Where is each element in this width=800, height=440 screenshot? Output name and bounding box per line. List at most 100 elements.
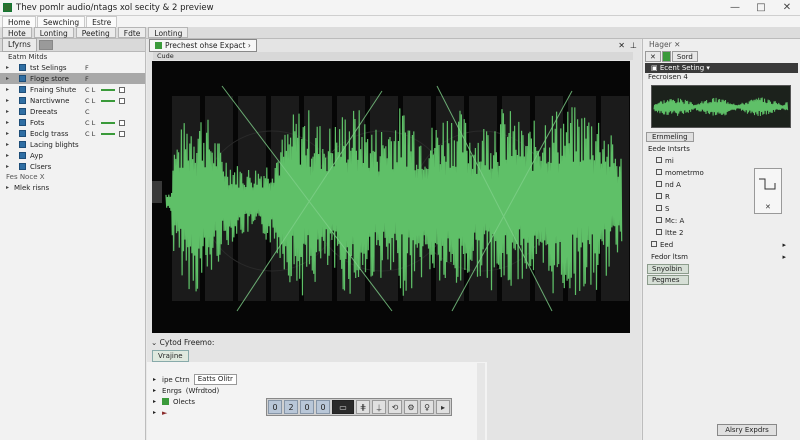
folder-icon[interactable]: ▭ [332, 400, 354, 414]
lower-scrollbar[interactable] [477, 363, 485, 440]
counter-digit[interactable]: 0 [268, 400, 282, 414]
list-item[interactable]: ▸ Fnaing Shute C L [0, 84, 145, 95]
checkbox[interactable] [656, 157, 662, 163]
tab-sord[interactable]: Sord [671, 51, 698, 62]
checkbox[interactable] [119, 86, 125, 93]
waveform-view[interactable] [152, 61, 630, 333]
waveform-handle[interactable] [152, 181, 162, 203]
row-label: Mc: A [665, 217, 685, 225]
pin-icon[interactable]: ⊥ [630, 41, 637, 50]
menu-bar: Home Sewching Estre [0, 16, 800, 27]
grid-icon[interactable]: ⋕ [356, 400, 370, 414]
expand-arrow-icon[interactable]: ▸ [6, 184, 14, 191]
expand-arrow-icon[interactable]: ▸ [6, 64, 14, 71]
ribbon-tab-hote[interactable]: Hote [2, 27, 32, 38]
expand-arrow-icon[interactable]: ▸ [6, 108, 14, 115]
layer-icon [19, 130, 26, 137]
row-label: S [665, 205, 670, 213]
list-item[interactable]: Mc: A [643, 215, 800, 227]
counter-digit[interactable]: 2 [284, 400, 298, 414]
list-item[interactable]: ltte 2 [643, 227, 800, 239]
checkbox[interactable] [656, 169, 662, 175]
fader-row[interactable]: Fedor ltsm ▸ [643, 251, 800, 263]
marker-icon[interactable]: ⍊ [372, 400, 386, 414]
list-item[interactable]: ▸ Dreeats C [0, 106, 145, 117]
window-title: Thev pomlr audio/ntags xol secity & 2 pr… [16, 2, 214, 13]
ribbon-tab-lonting[interactable]: Lonting [33, 27, 74, 38]
checkbox[interactable] [119, 130, 125, 137]
list-item[interactable]: mi [643, 155, 800, 167]
expand-arrow-icon[interactable]: ▸ [6, 119, 14, 126]
close-icon[interactable]: ✕ [618, 41, 625, 50]
list-item[interactable]: ▸ Lacing blights [0, 139, 145, 150]
list-item[interactable]: ▸ Clsers [0, 161, 145, 172]
expand-arrow-icon[interactable]: ▸ [6, 86, 14, 93]
expand-arrow-icon[interactable]: ▸ [6, 97, 14, 104]
list-item-label: Ayp [30, 151, 43, 160]
minimize-button[interactable]: — [722, 0, 748, 16]
chevron-right-icon[interactable]: ▸ [782, 251, 786, 263]
section-button[interactable]: Ernmeling [646, 132, 694, 142]
list-item[interactable]: ▸ Enrgs (Wfrdtod) [147, 385, 487, 396]
ribbon-tab-lonting-2[interactable]: Lonting [148, 27, 189, 38]
apply-button[interactable]: Alsry Expdrs [717, 424, 777, 436]
expand-arrow-icon[interactable]: ▸ [153, 387, 162, 394]
list-item[interactable]: ▸ Narctivwne C L [0, 95, 145, 106]
tab-vrajine[interactable]: Vrajine [152, 350, 189, 362]
chevron-right-icon[interactable]: ▸ [782, 239, 786, 251]
expand-arrow-icon[interactable]: ▸ [6, 152, 14, 159]
checkbox[interactable] [656, 181, 662, 187]
list-item[interactable]: ▸ Mlek risns [0, 182, 145, 193]
expand-arrow-icon[interactable]: ▸ [6, 130, 14, 137]
list-item[interactable]: ▸ Floge store F [0, 73, 145, 84]
settings-icon[interactable]: ⚙ [404, 400, 418, 414]
selected-item[interactable]: ▣ Ecent Seting ▾ [645, 63, 798, 73]
checkbox[interactable] [651, 241, 657, 247]
expand-arrow-icon[interactable]: ▸ [153, 398, 162, 405]
list-item-value: C L [85, 96, 96, 105]
tab-close[interactable]: ✕ [645, 51, 661, 62]
list-item[interactable]: ▸ Ayp [0, 150, 145, 161]
checkbox[interactable] [119, 97, 125, 104]
layers-tab[interactable]: Lfyrns [2, 38, 37, 52]
list-item[interactable]: ▸ tst Selings F [0, 62, 145, 73]
expand-arrow-icon[interactable]: ▸ [153, 376, 162, 383]
checkbox[interactable] [656, 217, 662, 223]
waveform-scrollbar[interactable] [631, 61, 639, 333]
expand-arrow-icon[interactable]: ▸ [6, 163, 14, 170]
track-header: Cude [153, 52, 633, 60]
counter-digit[interactable]: 0 [316, 400, 330, 414]
inspector-header: Hager ✕ [649, 40, 681, 49]
routing-box[interactable]: ✕ [754, 168, 782, 214]
app-icon [3, 3, 12, 12]
pegmes-button[interactable]: Pegmes [647, 275, 689, 285]
menu-home[interactable]: Home [2, 16, 37, 27]
list-item[interactable]: ▸ Fots C L [0, 117, 145, 128]
checkbox[interactable] [656, 193, 662, 199]
list-item[interactable]: ▸ Eoclg trass C L [0, 128, 145, 139]
green-tab-icon[interactable] [661, 51, 671, 62]
row-label: ltte 2 [665, 229, 684, 237]
list-item[interactable]: ▸ ipe Ctrn Eatts Olitr [147, 374, 487, 385]
list-item[interactable]: Eed ▸ [643, 239, 800, 251]
checkbox[interactable] [656, 205, 662, 211]
main-editor: Prechest ohse Expact › ✕ ⊥ Cude ⌄ Cytod … [147, 39, 641, 440]
tab-preview[interactable]: Prechest ohse Expact › [149, 39, 257, 52]
checkbox[interactable] [119, 119, 125, 126]
menu-searching[interactable]: Sewching [37, 16, 86, 27]
ribbon-tab-fdte[interactable]: Fdte [117, 27, 147, 38]
maximize-button[interactable]: □ [748, 0, 774, 16]
bulb-icon[interactable]: ♀ [420, 400, 434, 414]
loop-icon[interactable]: ⟲ [388, 400, 402, 414]
symbol-button[interactable]: Snyolbin [647, 264, 689, 274]
expand-arrow-icon[interactable]: ▸ [6, 141, 14, 148]
close-button[interactable]: ✕ [774, 0, 800, 16]
checkbox[interactable] [656, 229, 662, 235]
expand-arrow-icon[interactable]: ▸ [6, 75, 14, 82]
ribbon-tab-peeting[interactable]: Peeting [75, 27, 116, 38]
play-icon[interactable]: ▸ [436, 400, 450, 414]
layers-tab-secondary[interactable] [38, 40, 53, 50]
menu-estre[interactable]: Estre [86, 16, 118, 27]
counter-digit[interactable]: 0 [300, 400, 314, 414]
expand-arrow-icon[interactable]: ▸ [153, 409, 162, 416]
